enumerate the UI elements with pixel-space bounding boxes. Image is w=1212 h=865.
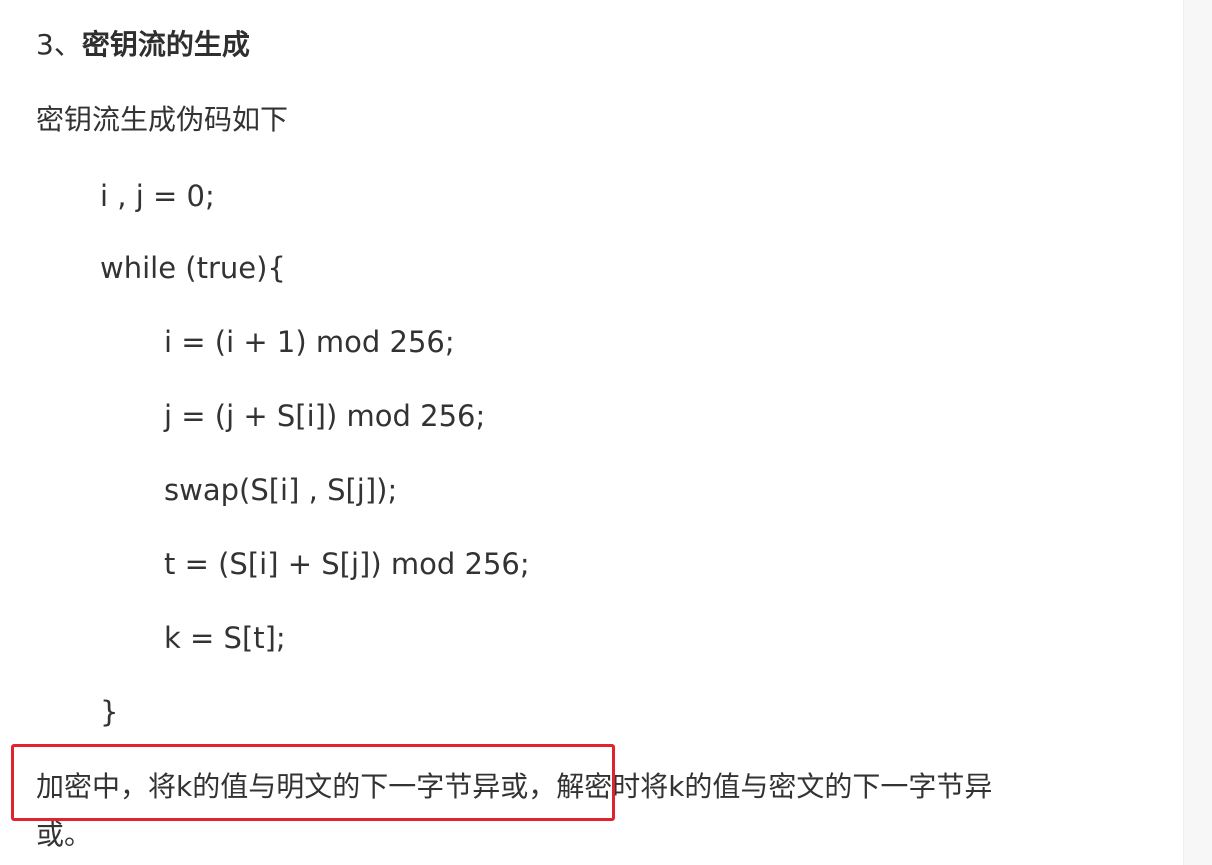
article-body: 3、密钥流的生成 密钥流生成伪码如下 i , j = 0; while (tru… bbox=[0, 0, 1180, 865]
section-number: 3、 bbox=[36, 28, 82, 61]
code-line-i-update: i = (i + 1) mod 256; bbox=[164, 325, 455, 359]
code-line-k-assign: k = S[t]; bbox=[164, 621, 286, 655]
code-line-while: while (true){ bbox=[100, 251, 286, 285]
intro-paragraph: 密钥流生成伪码如下 bbox=[36, 103, 289, 136]
red-highlight-box bbox=[11, 744, 615, 821]
code-line-close-brace: } bbox=[100, 695, 119, 729]
decryption-note-text: 解密时将k的值与密文的下一字节异 bbox=[556, 770, 993, 803]
section-title: 密钥流的生成 bbox=[81, 28, 250, 61]
code-line-j-update: j = (j + S[i]) mod 256; bbox=[164, 399, 486, 433]
section-heading: 3、密钥流的生成 bbox=[36, 24, 250, 66]
page-side-strip bbox=[1183, 0, 1212, 865]
code-line-init: i , j = 0; bbox=[100, 179, 215, 213]
code-line-swap: swap(S[i] , S[j]); bbox=[164, 473, 398, 507]
code-line-t-compute: t = (S[i] + S[j]) mod 256; bbox=[164, 547, 530, 581]
